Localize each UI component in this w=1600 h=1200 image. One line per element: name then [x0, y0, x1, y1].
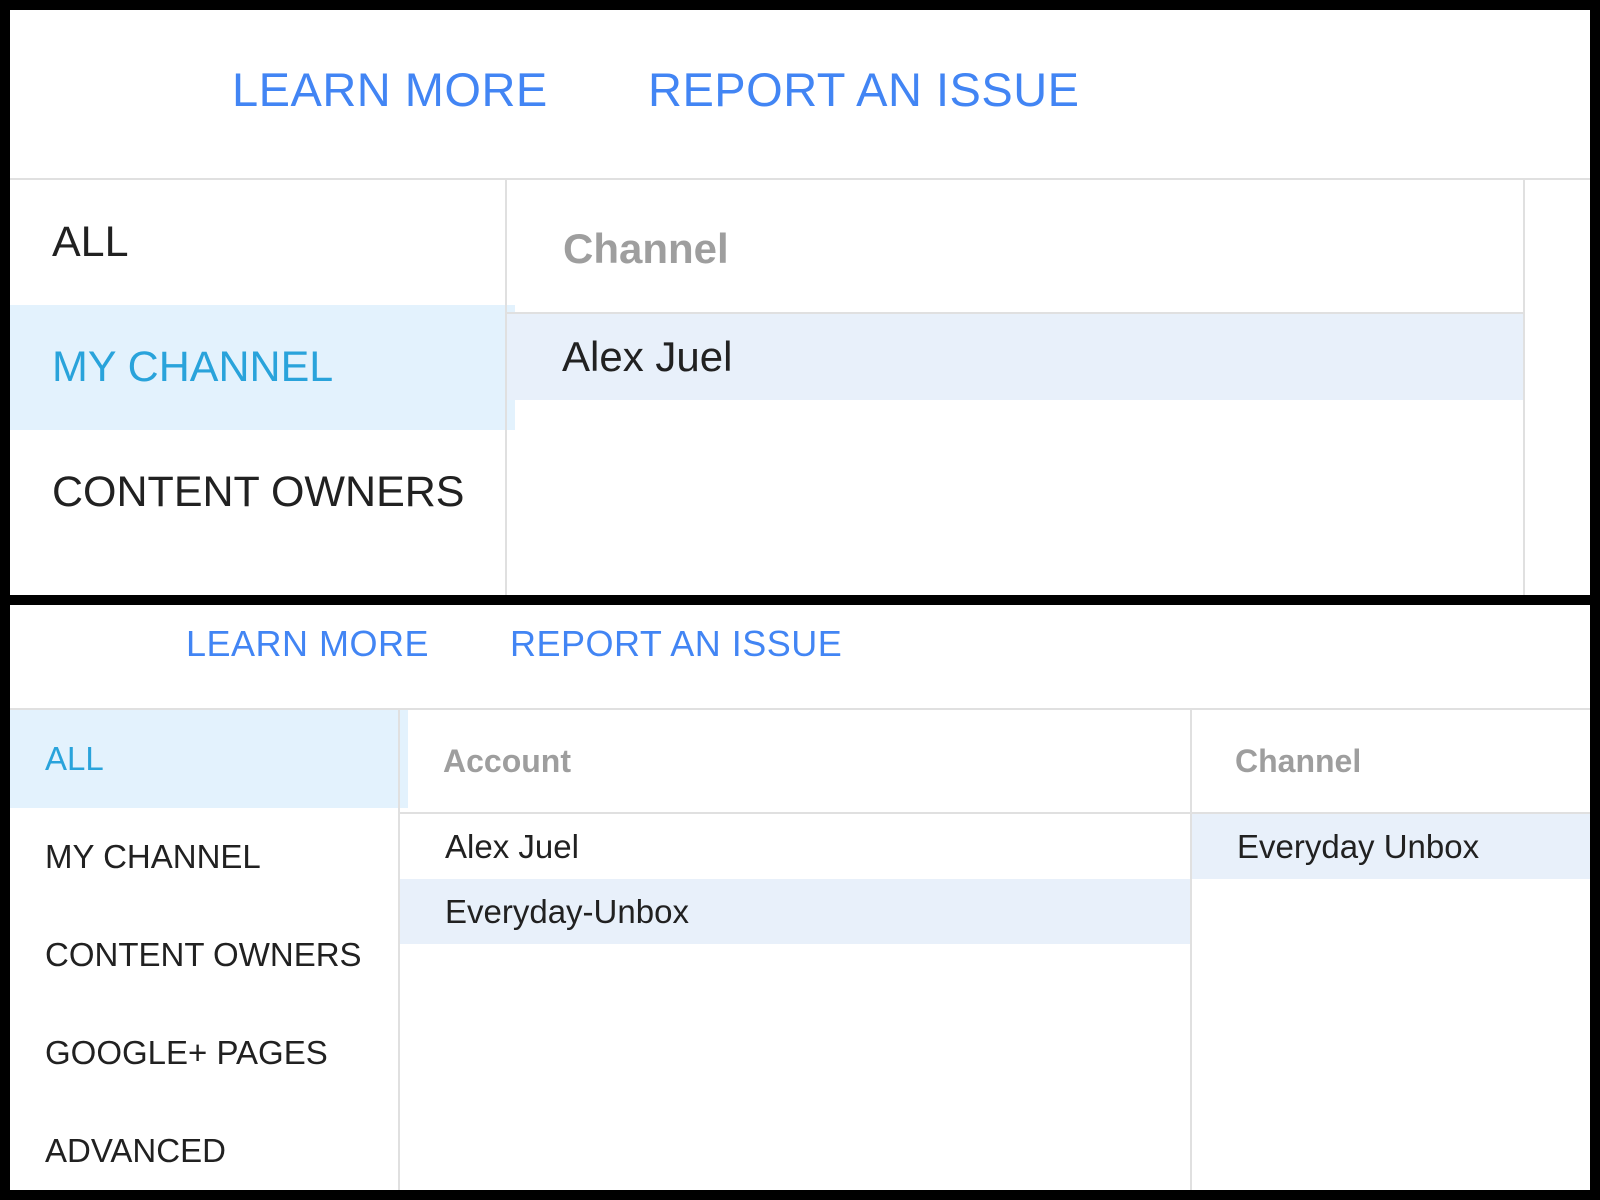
- account-row-everyday-unbox[interactable]: Everyday-Unbox: [400, 879, 1190, 944]
- nav-item-label: CONTENT OWNERS: [45, 936, 362, 973]
- report-issue-link[interactable]: REPORT AN ISSUE: [510, 623, 842, 665]
- nav-item-google-plus-pages[interactable]: GOOGLE+ PAGES: [10, 1004, 408, 1102]
- channel-column-header: Channel: [1235, 743, 1362, 779]
- row-label: Alex Juel: [445, 827, 579, 865]
- report-issue-link[interactable]: REPORT AN ISSUE: [648, 62, 1080, 117]
- row-label: Everyday-Unbox: [445, 892, 689, 930]
- column-divider: [1523, 180, 1525, 595]
- nav-item-advanced[interactable]: ADVANCED: [10, 1102, 408, 1190]
- nav-item-label: CONTENT OWNERS: [52, 468, 465, 516]
- nav-item-label: ADVANCED: [45, 1132, 226, 1169]
- nav-divider: [398, 710, 400, 1190]
- nav-item-label: MY CHANNEL: [52, 343, 334, 391]
- channel-column-header: Channel: [563, 225, 729, 272]
- learn-more-link[interactable]: LEARN MORE: [186, 623, 429, 665]
- nav-item-label: ALL: [52, 218, 129, 266]
- nav-item-label: MY CHANNEL: [45, 838, 261, 875]
- nav-item-all[interactable]: ALL: [10, 180, 515, 305]
- bottom-panel: LEARN MORE REPORT AN ISSUE ALL MY CHANNE…: [10, 605, 1590, 1190]
- column-divider: [1190, 710, 1192, 1190]
- nav-item-my-channel[interactable]: MY CHANNEL: [10, 808, 408, 906]
- nav-item-label: GOOGLE+ PAGES: [45, 1034, 328, 1071]
- nav-item-label: ALL: [45, 740, 104, 777]
- account-row-alex-juel[interactable]: Alex Juel: [400, 814, 1190, 879]
- channel-row-alex-juel[interactable]: Alex Juel: [507, 314, 1523, 400]
- learn-more-link[interactable]: LEARN MORE: [232, 62, 548, 117]
- account-column-header: Account: [443, 743, 571, 779]
- nav-item-my-channel[interactable]: MY CHANNEL: [10, 305, 515, 430]
- nav-item-content-owners[interactable]: CONTENT OWNERS: [10, 906, 408, 1004]
- nav-item-content-owners[interactable]: CONTENT OWNERS: [10, 430, 515, 555]
- top-panel: LEARN MORE REPORT AN ISSUE ALL MY CHANNE…: [10, 10, 1590, 595]
- row-label: Alex Juel: [562, 333, 733, 380]
- nav-item-all[interactable]: ALL: [10, 710, 408, 808]
- row-label: Everyday Unbox: [1237, 827, 1480, 865]
- channel-row-everyday-unbox[interactable]: Everyday Unbox: [1192, 814, 1590, 879]
